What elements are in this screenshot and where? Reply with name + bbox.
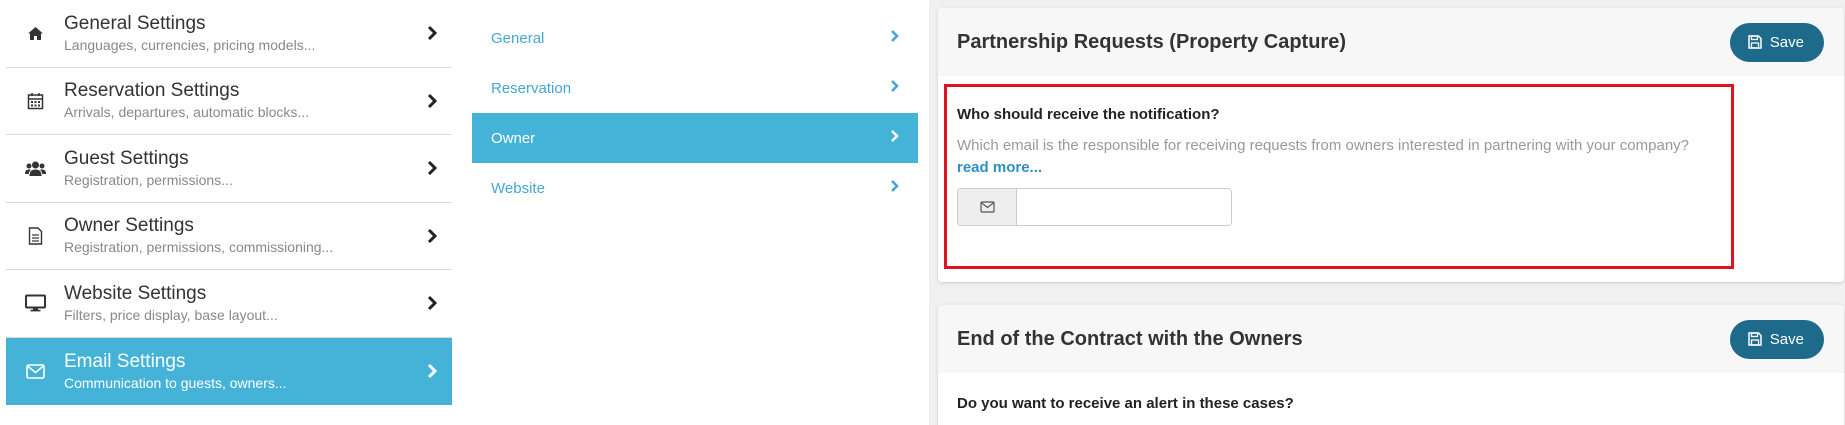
menu-item-subtitle: Communication to guests, owners... (64, 374, 287, 391)
menu-item-title: Website Settings (64, 282, 207, 304)
partnership-requests-card: Partnership Requests (Property Capture) … (938, 8, 1844, 282)
menu-item-title: Owner Settings (64, 215, 194, 237)
chevron-right-icon (412, 363, 452, 379)
save-button[interactable]: Save (1729, 319, 1824, 359)
save-button-label: Save (1769, 33, 1804, 51)
card-title: End of the Contract with the Owners (957, 327, 1303, 350)
menu-item-general-settings[interactable]: General Settings Languages, currencies, … (6, 0, 452, 68)
menu-item-subtitle: Languages, currencies, pricing models... (64, 36, 316, 53)
menu-item-email-settings[interactable]: Email Settings Communication to guests, … (6, 337, 452, 405)
menu-item-subtitle: Filters, price display, base layout... (64, 306, 278, 323)
settings-menu: General Settings Languages, currencies, … (6, 0, 452, 425)
chevron-right-icon (412, 228, 452, 244)
save-button-label: Save (1769, 330, 1804, 348)
menu-item-title: Guest Settings (64, 147, 189, 169)
save-button[interactable]: Save (1729, 22, 1824, 62)
card-header: Partnership Requests (Property Capture) … (938, 8, 1844, 76)
submenu-item-label: Website (491, 179, 545, 197)
email-submenu: General Reservation Owner Website (472, 13, 918, 213)
submenu-item-general[interactable]: General (472, 13, 918, 63)
submenu-item-label: Reservation (491, 79, 572, 97)
settings-content: Partnership Requests (Property Capture) … (929, 0, 1845, 425)
chevron-right-icon (412, 295, 452, 311)
card-header: End of the Contract with the Owners Save (938, 305, 1844, 373)
menu-item-reservation-settings[interactable]: Reservation Settings Arrivals, departure… (6, 68, 452, 135)
email-input-group (957, 188, 1232, 226)
chevron-right-icon (412, 25, 452, 41)
alert-question: Do you want to receive an alert in these… (957, 395, 1294, 412)
menu-item-subtitle: Registration, permissions, commissioning… (64, 239, 334, 256)
submenu-item-owner[interactable]: Owner (472, 113, 918, 163)
menu-item-title: Reservation Settings (64, 80, 240, 102)
floppy-disk-icon (1748, 332, 1762, 346)
submenu-item-reservation[interactable]: Reservation (472, 63, 918, 113)
menu-item-owner-settings[interactable]: Owner Settings Registration, permissions… (6, 203, 452, 270)
menu-item-title: Email Settings (64, 350, 186, 372)
monitor-icon (6, 294, 64, 312)
chevron-right-icon (412, 93, 452, 109)
chevron-right-icon (890, 79, 900, 98)
submenu-item-label: General (491, 29, 545, 47)
card-title: Partnership Requests (Property Capture) (957, 30, 1346, 53)
menu-item-subtitle: Registration, permissions... (64, 171, 233, 188)
envelope-icon (958, 189, 1017, 225)
read-more-link[interactable]: read more... (957, 159, 1042, 176)
calendar-icon (6, 92, 64, 110)
chevron-right-icon (890, 129, 900, 148)
chevron-right-icon (890, 179, 900, 198)
notification-question: Who should receive the notification? (957, 106, 1220, 123)
menu-item-subtitle: Arrivals, departures, automatic blocks..… (64, 104, 310, 121)
users-icon (6, 160, 64, 177)
home-icon (6, 26, 64, 41)
description-text: Which email is the responsible for recei… (957, 137, 1690, 154)
menu-item-title: General Settings (64, 12, 206, 34)
submenu-item-website[interactable]: Website (472, 163, 918, 213)
chevron-right-icon (890, 29, 900, 48)
menu-item-guest-settings[interactable]: Guest Settings Registration, permissions… (6, 135, 452, 203)
envelope-icon (6, 363, 64, 379)
notification-description: Which email is the responsible for recei… (957, 135, 1717, 179)
chevron-right-icon (412, 160, 452, 176)
notification-email-input[interactable] (1017, 189, 1231, 225)
floppy-disk-icon (1748, 35, 1762, 49)
menu-item-website-settings[interactable]: Website Settings Filters, price display,… (6, 270, 452, 338)
submenu-item-label: Owner (491, 129, 536, 147)
document-icon (6, 227, 64, 245)
contract-end-card: End of the Contract with the Owners Save… (938, 305, 1844, 425)
